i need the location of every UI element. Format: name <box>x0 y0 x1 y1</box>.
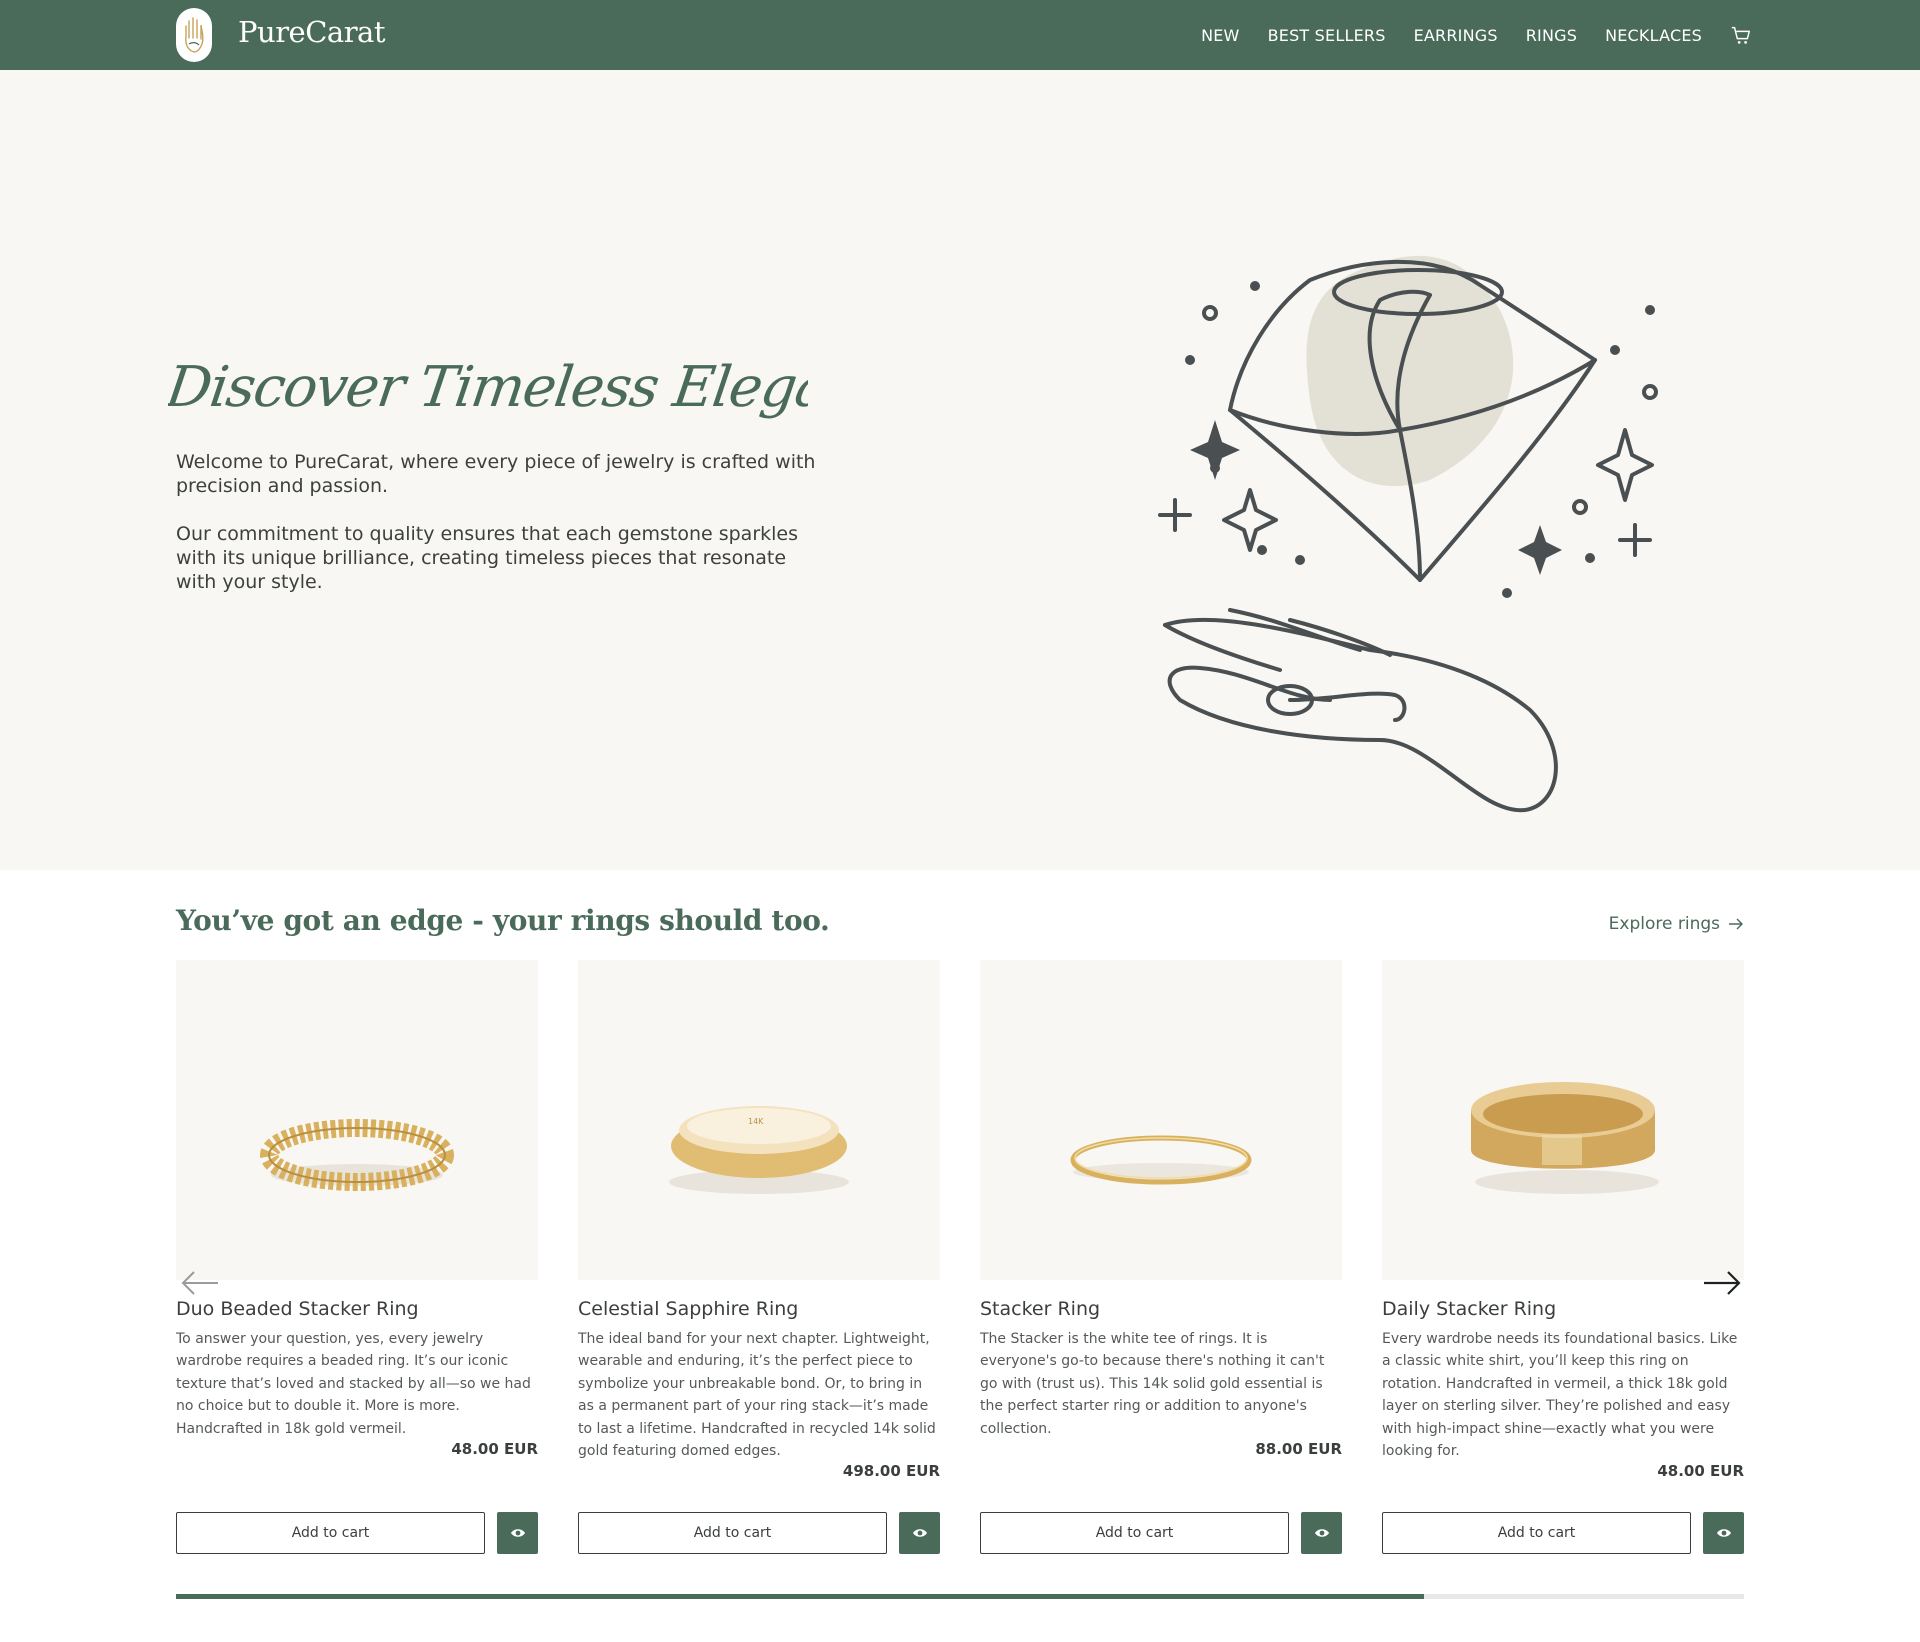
quick-view-button[interactable] <box>899 1512 940 1554</box>
product-card[interactable]: Duo Beaded Stacker Ring To answer your q… <box>176 960 538 1554</box>
nav-best-sellers[interactable]: BEST SELLERS <box>1268 26 1386 45</box>
eye-icon <box>1314 1529 1329 1537</box>
hero-paragraph-2: Our commitment to quality ensures that e… <box>176 523 799 593</box>
product-image[interactable] <box>176 960 538 1280</box>
card-actions: Add to cart <box>176 1512 538 1554</box>
product-image[interactable] <box>980 960 1342 1280</box>
add-to-cart-button[interactable]: Add to cart <box>578 1512 887 1554</box>
add-to-cart-button[interactable]: Add to cart <box>1382 1512 1691 1554</box>
nav-new[interactable]: NEW <box>1201 26 1240 45</box>
card-actions: Add to cart <box>578 1512 940 1554</box>
svg-text:Discover Timeless Elegance: Discover Timeless Elegance <box>168 355 808 420</box>
hero-section: Discover Timeless Elegance Welcome to Pu… <box>0 70 1920 870</box>
eye-icon <box>1716 1529 1731 1537</box>
product-image[interactable]: 14K <box>578 960 940 1280</box>
quick-view-button[interactable] <box>1301 1512 1342 1554</box>
product-name[interactable]: Stacker Ring <box>980 1298 1342 1320</box>
add-to-cart-button[interactable]: Add to cart <box>176 1512 485 1554</box>
product-price: 88.00 EUR <box>1255 1440 1342 1459</box>
product-price: 498.00 EUR <box>842 1462 940 1481</box>
brand-name[interactable]: PureCarat <box>238 15 386 49</box>
svg-text:14K: 14K <box>748 1117 764 1126</box>
product-name[interactable]: Duo Beaded Stacker Ring <box>176 1298 538 1320</box>
add-to-cart-button[interactable]: Add to cart <box>980 1512 1289 1554</box>
product-card[interactable]: Daily Stacker Ring Every wardrobe needs … <box>1382 960 1744 1554</box>
hero-title: Discover Timeless Elegance <box>168 355 808 420</box>
hero-paragraph-1: Welcome to PureCarat, where every piece … <box>176 451 816 497</box>
product-card[interactable]: Stacker Ring The Stacker is the white te… <box>980 960 1342 1554</box>
product-description: The Stacker is the white tee of rings. I… <box>980 1331 1325 1437</box>
product-description: The ideal band for your next chapter. Li… <box>578 1331 936 1460</box>
eye-icon <box>510 1529 525 1537</box>
nav-necklaces[interactable]: NECKLACES <box>1605 26 1702 45</box>
card-actions: Add to cart <box>1382 1512 1744 1554</box>
product-card[interactable]: 14K Celestial Sapphire Ring The ideal ba… <box>578 960 940 1554</box>
explore-rings-label: Explore rings <box>1608 914 1720 934</box>
product-price: 48.00 EUR <box>451 1440 538 1459</box>
explore-rings-link[interactable]: Explore rings <box>1609 914 1744 934</box>
carousel-progress[interactable] <box>176 1594 1744 1599</box>
hand-logo-icon[interactable] <box>176 8 212 62</box>
card-actions: Add to cart <box>980 1512 1342 1554</box>
section-title: You’ve got an edge - your rings should t… <box>176 904 830 937</box>
product-image[interactable] <box>1382 960 1744 1280</box>
cart-icon[interactable] <box>1730 24 1752 46</box>
main-nav: NEW BEST SELLERS EARRINGS RINGS NECKLACE… <box>1201 0 1752 70</box>
product-description: Every wardrobe needs its foundational ba… <box>1382 1331 1738 1460</box>
nav-rings[interactable]: RINGS <box>1526 26 1577 45</box>
arrow-right-small-icon <box>1729 918 1743 930</box>
quick-view-button[interactable] <box>497 1512 538 1554</box>
product-name[interactable]: Daily Stacker Ring <box>1382 1298 1744 1320</box>
arrow-left-icon[interactable] <box>180 1268 220 1298</box>
eye-icon <box>912 1529 927 1537</box>
product-price: 48.00 EUR <box>1657 1462 1744 1481</box>
product-name[interactable]: Celestial Sapphire Ring <box>578 1298 940 1320</box>
arrow-right-icon[interactable] <box>1702 1268 1742 1298</box>
nav-earrings[interactable]: EARRINGS <box>1414 26 1498 45</box>
product-description: To answer your question, yes, every jewe… <box>176 1331 531 1437</box>
quick-view-button[interactable] <box>1703 1512 1744 1554</box>
site-header: PureCarat NEW BEST SELLERS EARRINGS RING… <box>0 0 1920 70</box>
carousel-progress-fill <box>176 1594 1425 1599</box>
gem-hand-illustration <box>1158 255 1658 813</box>
